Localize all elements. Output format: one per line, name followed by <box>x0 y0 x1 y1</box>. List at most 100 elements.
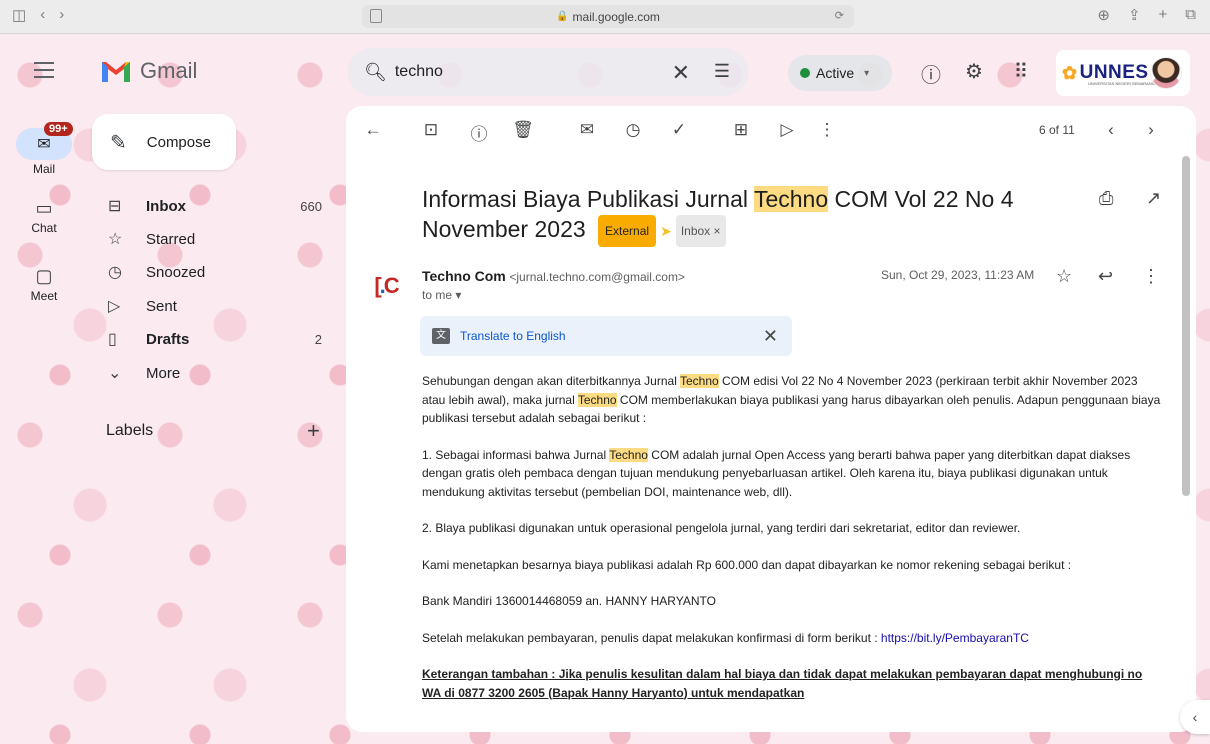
sender-line: Techno Com <jurnal.techno.com@gmail.com> <box>422 268 685 284</box>
sender-name[interactable]: Techno Com <box>422 268 506 284</box>
main-menu-icon[interactable] <box>34 62 54 78</box>
browser-nav-controls: ◫ ‹ › <box>12 6 64 24</box>
account-area[interactable]: ✿ UNNES UNIVERSITAS NEGERI SEMARANG <box>1056 50 1190 96</box>
url-text: mail.google.com <box>572 9 660 24</box>
nav-label: More <box>146 364 181 382</box>
body-paragraph: Kami menetapkan besarnya biaya publikasi… <box>422 557 1072 572</box>
search-icon[interactable]: 🔍︎ <box>364 62 387 83</box>
body-paragraph: Setelah melakukan pembayaran, penulis da… <box>422 630 1029 645</box>
nav-starred[interactable]: ☆ Starred <box>108 223 326 255</box>
scrollbar[interactable] <box>1182 156 1190 496</box>
translate-link[interactable]: Translate to English <box>460 329 566 343</box>
nav-label: Drafts <box>146 330 190 348</box>
search-input[interactable]: techno <box>395 63 443 81</box>
back-to-list-icon[interactable]: ← <box>362 120 384 140</box>
new-tab-icon[interactable]: + <box>1159 6 1168 24</box>
chevron-down-icon: ▾ <box>864 67 870 79</box>
share-icon[interactable]: ⇪ <box>1128 6 1141 24</box>
nav-drafts[interactable]: ▯ Drafts 2 <box>108 323 326 355</box>
mail-rail-pill: ✉ 99+ <box>16 122 73 160</box>
star-icon: ☆ <box>108 231 123 248</box>
settings-gear-icon[interactable]: ⚙ <box>960 59 988 87</box>
add-label-icon[interactable]: + <box>307 418 320 444</box>
download-icon[interactable]: ⊕ <box>1097 6 1110 24</box>
mark-unread-icon[interactable]: ✉ <box>576 120 598 140</box>
delete-icon[interactable]: 🗑︎ <box>512 120 534 140</box>
search-bar[interactable]: 🔍︎ techno ✕ ☰ <box>348 48 748 96</box>
translate-icon: 文 <box>432 328 450 344</box>
message-toolbar: ← ⊡ ⓘ 🗑︎ ✉ ◷ ✓ ⊞ ▷ ⋮ 6 of 11 ‹ › <box>346 106 1196 154</box>
importance-marker-icon[interactable]: ➤ <box>660 216 672 246</box>
send-icon: ▷ <box>108 298 121 315</box>
external-tag: External <box>598 214 657 247</box>
archive-icon[interactable]: ⊡ <box>420 120 442 140</box>
pager-count: 6 of 11 <box>1039 123 1075 137</box>
nav-count: 660 <box>300 198 322 214</box>
move-to-icon[interactable]: ⊞ <box>730 120 752 140</box>
sender-email: <jurnal.techno.com@gmail.com> <box>509 270 685 284</box>
chevron-down-icon: ⌄ <box>108 365 122 382</box>
reader-icon[interactable] <box>370 9 382 23</box>
unread-badge: 99+ <box>44 122 73 136</box>
rail-meet[interactable]: ▢ Meet <box>0 266 88 303</box>
email-body: Sehubungan dengan akan diterbitkannya Ju… <box>422 372 1162 720</box>
status-dropdown[interactable]: Active ▾ <box>788 55 892 91</box>
inbox-icon: ⊟ <box>108 198 122 215</box>
close-icon[interactable]: ✕ <box>763 326 778 347</box>
add-task-icon[interactable]: ✓ <box>668 120 690 140</box>
nav-snoozed[interactable]: ◷ Snoozed <box>108 256 326 288</box>
newer-chevron-icon[interactable]: ‹ <box>1100 120 1122 140</box>
snooze-icon[interactable]: ◷ <box>622 120 644 140</box>
reply-icon[interactable]: ↩ <box>1098 266 1113 287</box>
open-new-window-icon[interactable]: ↗ <box>1146 188 1161 209</box>
clear-search-icon[interactable]: ✕ <box>672 60 690 86</box>
compose-label: Compose <box>146 133 211 151</box>
chat-icon: ▭ <box>35 198 53 218</box>
org-flower-icon: ✿ <box>1062 62 1078 83</box>
print-icon[interactable]: ⎙ <box>1099 188 1113 209</box>
rail-mail[interactable]: ✉ 99+ Mail <box>0 122 88 176</box>
tabs-overview-icon[interactable]: ⧉ <box>1185 6 1196 24</box>
report-spam-icon[interactable]: ⓘ <box>468 120 490 145</box>
email-subject: Informasi Biaya Publikasi Jurnal Techno … <box>422 184 1072 247</box>
video-icon: ▢ <box>35 266 53 286</box>
reload-icon[interactable]: ⟳ <box>835 9 844 22</box>
translate-banner: 文 Translate to English ✕ <box>420 316 792 356</box>
recipients-toggle[interactable]: to me ▾ <box>422 288 461 302</box>
sender-avatar[interactable]: [.C <box>366 266 406 306</box>
label-icon[interactable]: ▷ <box>776 120 798 140</box>
avatar[interactable] <box>1150 57 1182 89</box>
body-paragraph: Bank Mandiri 1360014468059 an. HANNY HAR… <box>422 594 716 608</box>
help-icon[interactable]: ⓘ <box>917 59 945 87</box>
apps-grid-icon[interactable]: ⠿ <box>1007 59 1035 87</box>
star-icon[interactable]: ☆ <box>1056 266 1072 287</box>
clock-icon: ◷ <box>108 264 122 281</box>
address-bar[interactable]: 🔒 mail.google.com ⟳ <box>362 5 854 28</box>
nav-sent[interactable]: ▷ Sent <box>108 290 326 322</box>
email-date: Sun, Oct 29, 2023, 11:23 AM <box>881 268 1035 282</box>
inbox-label-chip[interactable]: Inbox × <box>675 214 726 247</box>
browser-actions: ⊕ ⇪ + ⧉ <box>1097 6 1196 24</box>
message-panel: ← ⊡ ⓘ 🗑︎ ✉ ◷ ✓ ⊞ ▷ ⋮ 6 of 11 ‹ › Informa… <box>346 106 1196 732</box>
active-status-dot <box>800 68 810 78</box>
nav-count: 2 <box>314 331 322 347</box>
payment-link[interactable]: https://bit.ly/PembayaranTC <box>881 631 1029 645</box>
sidebar-toggle-icon[interactable]: ◫ <box>12 6 26 24</box>
forward-icon[interactable]: › <box>59 6 64 24</box>
side-panel-toggle-icon[interactable]: ‹ <box>1180 700 1210 734</box>
older-chevron-icon[interactable]: › <box>1140 120 1162 140</box>
search-options-icon[interactable]: ☰ <box>714 61 730 82</box>
rail-chat[interactable]: ▭ Chat <box>0 198 88 235</box>
body-paragraph: 2. Blaya publikasi digunakan untuk opera… <box>422 521 1021 535</box>
compose-button[interactable]: ✎ Compose <box>92 114 236 170</box>
nav-inbox[interactable]: ⊟ Inbox 660 <box>108 190 326 222</box>
more-actions-icon[interactable]: ⋮ <box>816 120 838 140</box>
browser-toolbar: ◫ ‹ › 🔒 mail.google.com ⟳ ⊕ ⇪ + ⧉ <box>0 0 1210 34</box>
back-icon[interactable]: ‹ <box>40 6 45 24</box>
nav-more[interactable]: ⌄ More <box>108 357 326 389</box>
rail-meet-label: Meet <box>30 289 58 303</box>
more-icon[interactable]: ⋮ <box>1142 266 1160 287</box>
gmail-logo[interactable]: Gmail <box>100 58 197 84</box>
draft-icon: ▯ <box>108 331 117 348</box>
status-label: Active <box>816 65 855 81</box>
